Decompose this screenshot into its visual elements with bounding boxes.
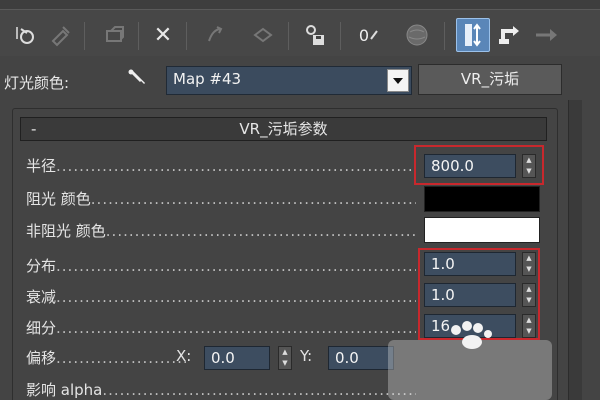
leader-dots: ........................................…: [56, 319, 416, 337]
toolbar-separator: [84, 22, 85, 50]
distribution-spinner[interactable]: ▲ ▼: [522, 252, 536, 276]
map-type-button[interactable]: VR_污垢: [418, 64, 562, 95]
radius-input[interactable]: 800.0: [424, 154, 516, 178]
bias-y-input[interactable]: 0.0: [328, 346, 394, 370]
leader-dots: ..............................: [56, 349, 186, 367]
occluded-color-swatch[interactable]: [424, 186, 540, 212]
material-id-glyph: 0: [358, 25, 370, 45]
leader-dots: ........................................…: [105, 222, 416, 240]
material-id-icon[interactable]: 0: [352, 18, 386, 52]
spinner-down-icon[interactable]: ▼: [282, 360, 287, 367]
light-color-label: 灯光颜色:: [4, 74, 70, 92]
rollout-title: VR_污垢参数: [239, 120, 328, 138]
spinner-down-icon[interactable]: ▼: [526, 168, 531, 175]
assign-material-icon[interactable]: [98, 18, 132, 52]
leader-dots: ........................................…: [56, 257, 416, 275]
go-forward-icon[interactable]: [530, 18, 564, 52]
material-editor-toolbar: ✕ 0: [0, 0, 600, 56]
toolbar-separator: [138, 22, 139, 50]
leader-dots: ........................................…: [56, 288, 416, 306]
distribution-label-text: 分布: [26, 257, 57, 275]
subdivs-spinner[interactable]: ▲ ▼: [522, 314, 536, 338]
occluded-color-label-text: 阻光 颜色: [26, 190, 91, 208]
toolbar-separator: [288, 22, 289, 50]
bias-label: 偏移..............................: [26, 347, 186, 368]
eyedropper-icon[interactable]: [126, 68, 154, 94]
radius-label-text: 半径: [26, 157, 57, 175]
bias-y-label: Y:: [300, 347, 313, 365]
reset-map-icon[interactable]: [8, 18, 42, 52]
map-select-value: Map #43: [173, 70, 242, 88]
put-material-icon[interactable]: [44, 18, 78, 52]
spinner-down-icon[interactable]: ▼: [526, 297, 531, 304]
occluded-color-label: 阻光 颜色...................................…: [26, 188, 416, 209]
bias-x-label: X:: [176, 347, 192, 365]
bias-x-input[interactable]: 0.0: [204, 346, 270, 370]
leader-dots: ........................................…: [102, 381, 416, 399]
bias-x-spinner[interactable]: ▲ ▼: [278, 346, 292, 370]
unoccluded-color-swatch[interactable]: [424, 217, 540, 243]
toolbar-separator: [340, 22, 341, 50]
spinner-up-icon[interactable]: ▲: [526, 157, 531, 164]
delete-icon[interactable]: ✕: [146, 18, 180, 52]
subdivs-label-text: 细分: [26, 319, 57, 337]
subdivs-label: 细分......................................…: [26, 317, 416, 338]
spinner-down-icon[interactable]: ▼: [526, 266, 531, 273]
spinner-up-icon[interactable]: ▲: [526, 255, 531, 262]
falloff-label-text: 衰减: [26, 288, 57, 306]
go-parent-icon[interactable]: [494, 18, 528, 52]
falloff-spinner[interactable]: ▲ ▼: [522, 283, 536, 307]
unoccluded-color-label-text: 非阻光 颜色: [26, 222, 106, 240]
affect-alpha-label-text: 影响 alpha: [26, 381, 103, 399]
copy-material-icon[interactable]: [246, 18, 280, 52]
affect-alpha-label: 影响 alpha................................…: [26, 379, 416, 400]
unoccluded-color-label: 非阻光 颜色..................................…: [26, 220, 416, 241]
falloff-input[interactable]: 1.0: [424, 283, 516, 307]
show-map-icon[interactable]: [456, 18, 490, 52]
toolbar-separator: [186, 22, 187, 50]
sphere-preview-icon[interactable]: [400, 18, 434, 52]
falloff-label: 衰减......................................…: [26, 286, 416, 307]
distribution-input[interactable]: 1.0: [424, 252, 516, 276]
delete-glyph: ✕: [153, 22, 173, 48]
radius-label: 半径......................................…: [26, 155, 416, 176]
spinner-up-icon[interactable]: ▲: [526, 286, 531, 293]
panel-scrollbar[interactable]: [568, 100, 582, 400]
distribution-label: 分布......................................…: [26, 255, 416, 276]
toolbar-separator: [444, 22, 445, 50]
toolbar-top-strip: [0, 0, 600, 10]
spinner-down-icon[interactable]: ▼: [526, 328, 531, 335]
bias-label-text: 偏移: [26, 349, 57, 367]
spinner-up-icon[interactable]: ▲: [282, 349, 287, 356]
spinner-up-icon[interactable]: ▲: [526, 317, 531, 324]
map-select[interactable]: Map #43: [166, 66, 412, 95]
radius-spinner[interactable]: ▲ ▼: [522, 154, 536, 178]
make-unique-icon[interactable]: [198, 18, 232, 52]
leader-dots: ........................................…: [56, 157, 416, 175]
chevron-down-icon[interactable]: [387, 69, 409, 92]
leader-dots: ........................................…: [90, 190, 416, 208]
rollout-header[interactable]: - VR_污垢参数: [20, 117, 547, 141]
paw-watermark-icon: [451, 321, 492, 349]
save-library-icon[interactable]: [298, 18, 332, 52]
